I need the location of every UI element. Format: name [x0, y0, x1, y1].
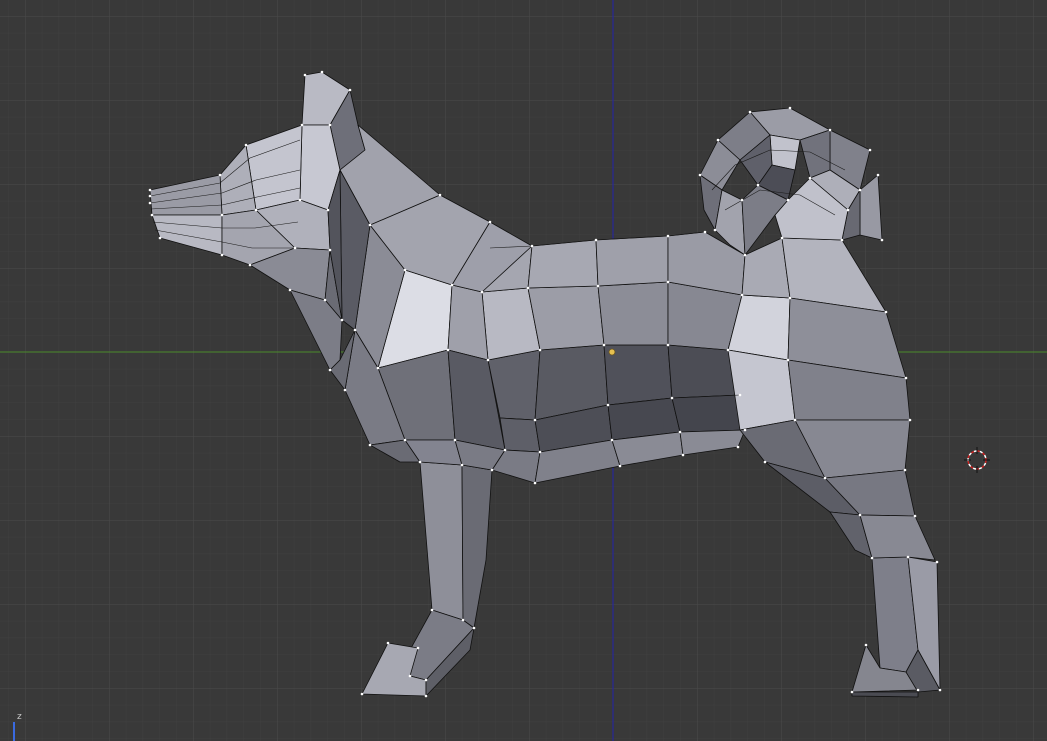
viewport-canvas[interactable] [0, 0, 1047, 741]
object-origin[interactable] [608, 348, 616, 356]
3d-viewport[interactable]: z [0, 0, 1047, 741]
axis-gizmo-label: z [17, 712, 22, 722]
torso[interactable] [481, 231, 746, 484]
